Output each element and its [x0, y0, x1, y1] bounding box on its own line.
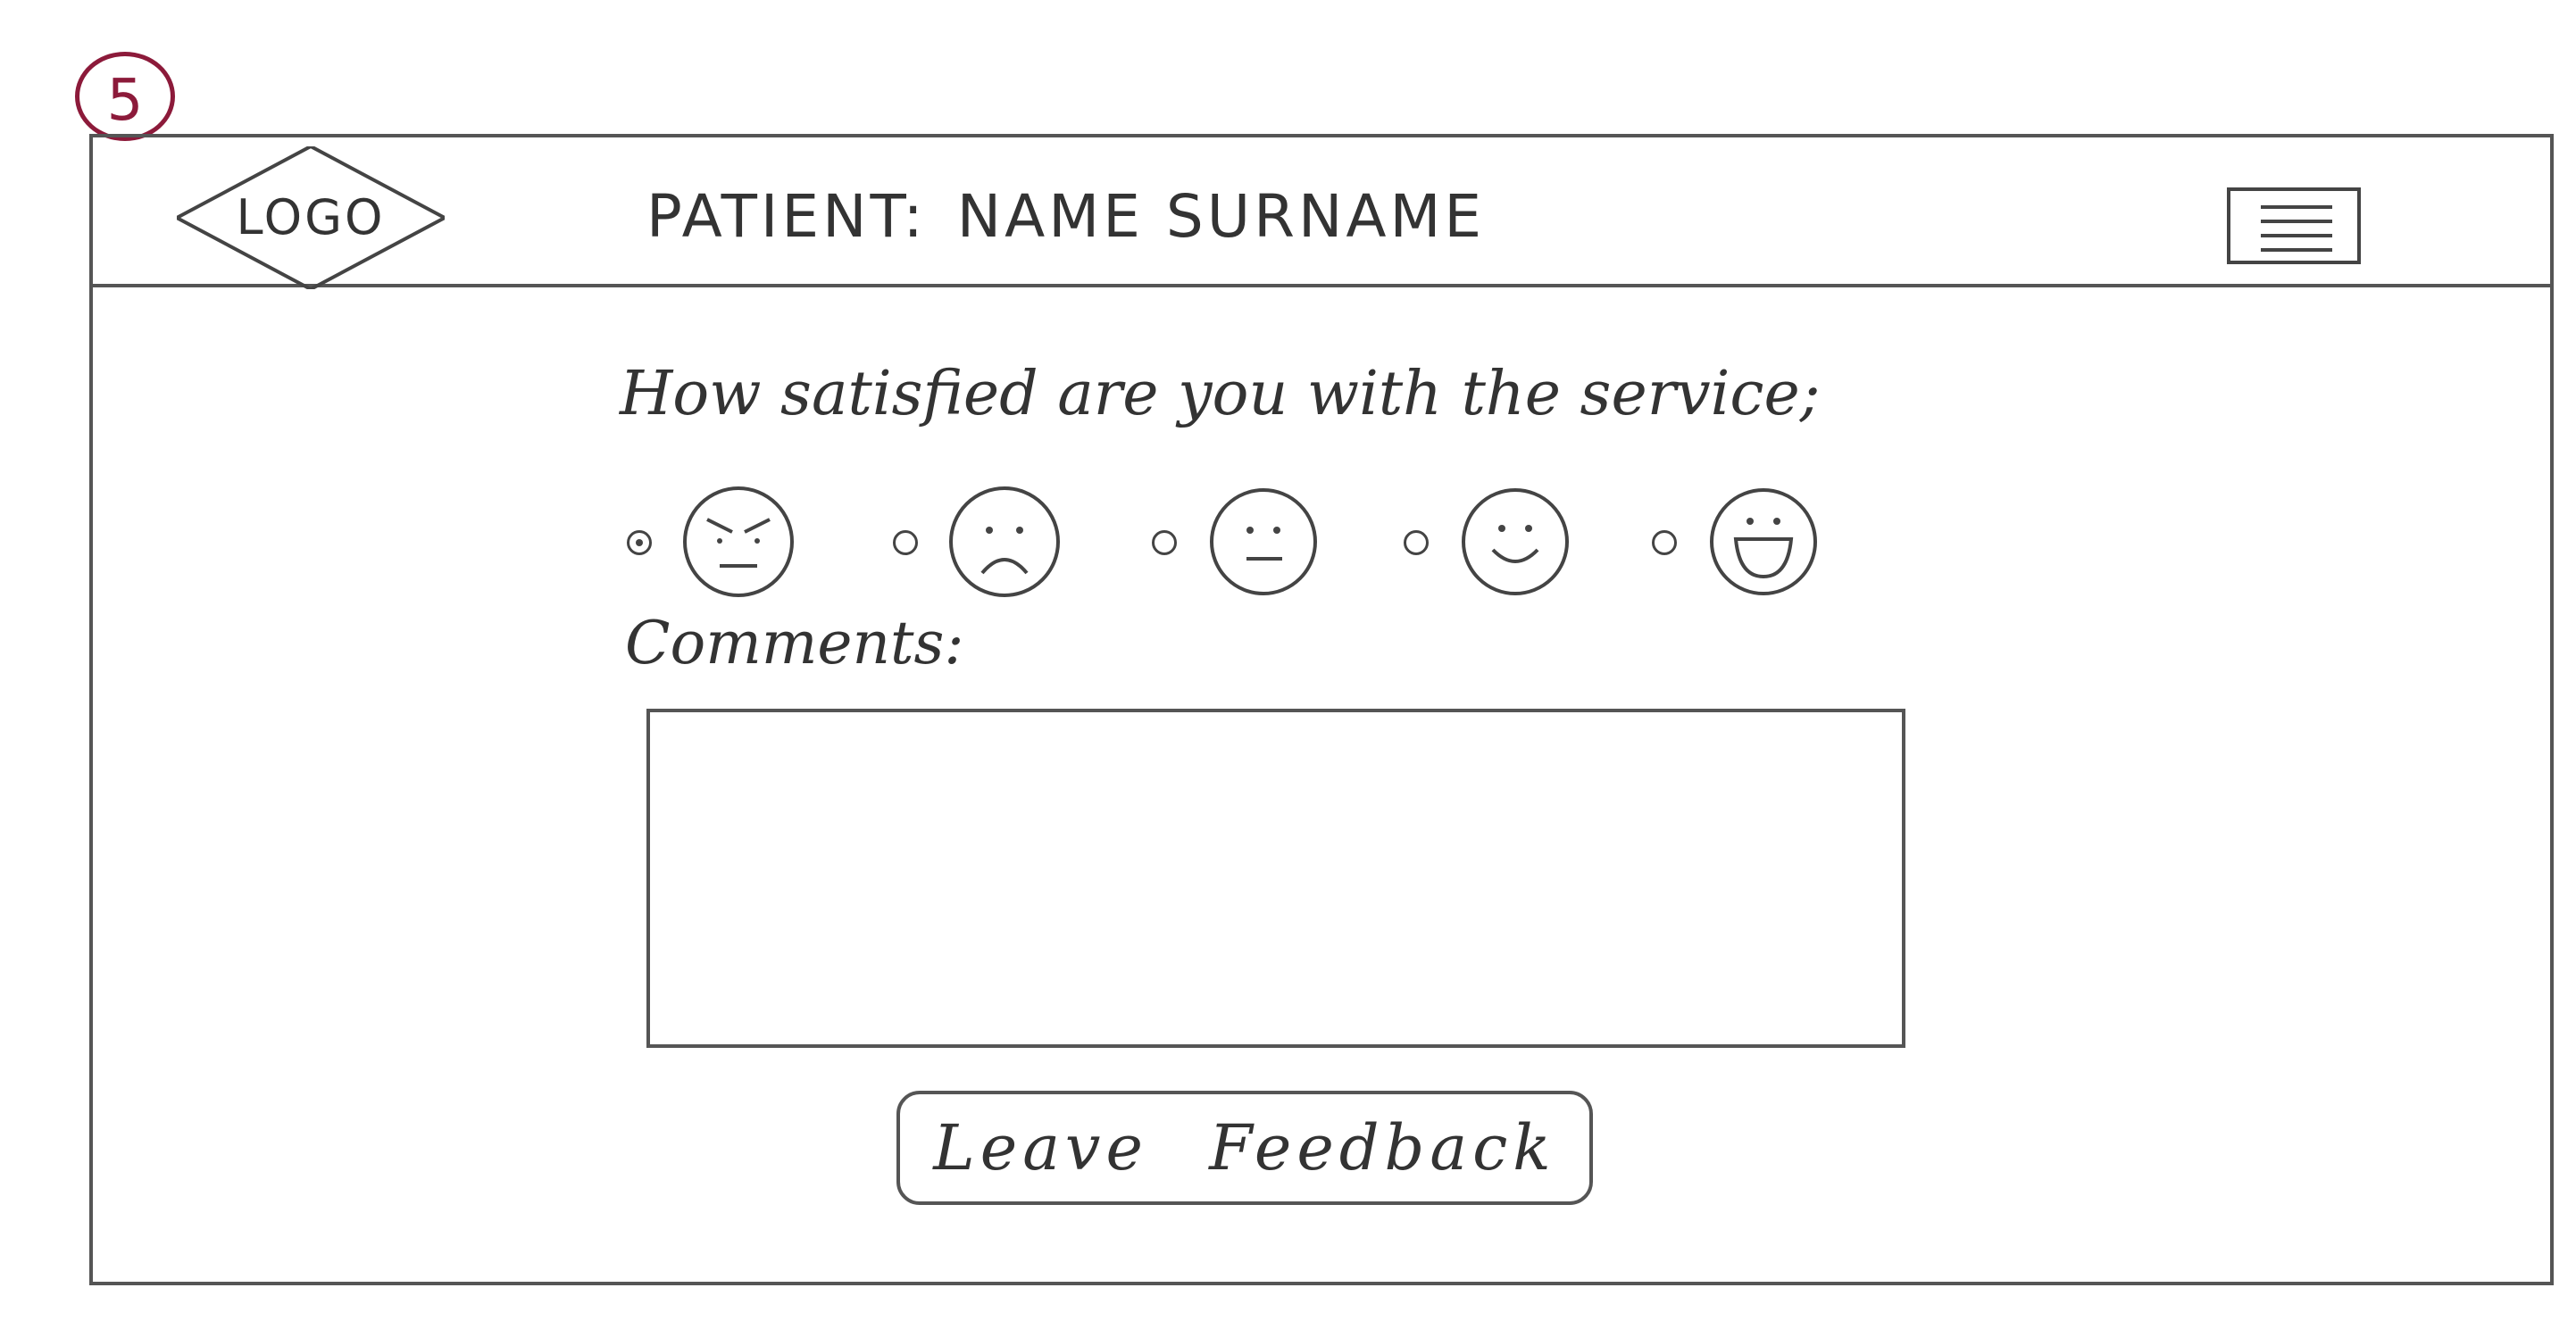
- comments-textarea[interactable]: [646, 709, 1905, 1048]
- satisfaction-question: How satisfied are you with the service;: [620, 359, 1821, 429]
- page-number-badge: 5: [75, 52, 175, 141]
- menu-bar-line: [2261, 220, 2332, 223]
- hamburger-menu-icon[interactable]: [2227, 187, 2361, 264]
- neutral-face-icon: [1210, 488, 1317, 595]
- app-window: LOGO PATIENT: NAME SURNAME How satisfied …: [89, 134, 2554, 1285]
- rating-radio-very-dissatisfied[interactable]: [627, 530, 652, 555]
- header-bar: LOGO PATIENT: NAME SURNAME: [93, 137, 2550, 289]
- grinning-face-icon: [1710, 488, 1817, 595]
- logo-text: LOGO: [236, 189, 386, 245]
- menu-bar-line: [2261, 248, 2332, 252]
- menu-bar-line: [2261, 205, 2332, 209]
- logo[interactable]: LOGO: [177, 146, 445, 289]
- menu-bar-line: [2261, 234, 2332, 237]
- leave-feedback-button[interactable]: Leave Feedback: [896, 1091, 1593, 1205]
- rating-radio-neutral[interactable]: [1152, 530, 1177, 555]
- rating-radio-dissatisfied[interactable]: [893, 530, 918, 555]
- sad-face-icon: [949, 486, 1060, 597]
- patient-name: NAME SURNAME: [956, 182, 1486, 251]
- smiling-face-icon: [1462, 488, 1569, 595]
- patient-info: PATIENT: NAME SURNAME: [646, 182, 1485, 251]
- patient-label: PATIENT:: [646, 182, 927, 251]
- rating-radio-satisfied[interactable]: [1404, 530, 1429, 555]
- rating-radio-very-satisfied[interactable]: [1652, 530, 1677, 555]
- angry-face-icon: [683, 486, 794, 597]
- satisfaction-rating-group: [627, 484, 1922, 600]
- comments-label: Comments:: [625, 609, 964, 677]
